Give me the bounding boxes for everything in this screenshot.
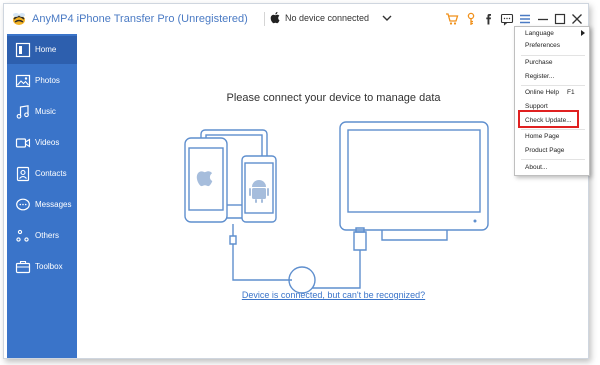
app-window: AnyMP4 iPhone Transfer Pro (Unregistered… (3, 3, 589, 359)
contacts-icon (16, 166, 30, 182)
facebook-icon[interactable] (482, 12, 496, 26)
menu-separator (521, 159, 585, 160)
minimize-icon[interactable] (536, 12, 550, 26)
menu-item-label: Home Page (525, 133, 560, 140)
device-selector[interactable]: No device connected (270, 10, 394, 28)
device-selector-label: No device connected (285, 13, 370, 23)
sidebar-item-label: Toolbox (35, 262, 63, 271)
sidebar-item-toolbox[interactable]: Toolbox (7, 253, 77, 281)
sidebar-item-contacts[interactable]: Contacts (7, 160, 77, 188)
sidebar-item-label: Home (35, 45, 57, 54)
menu-item-product-page[interactable]: Product Page (515, 144, 589, 158)
menu-item-purchase[interactable]: Purchase (515, 56, 589, 70)
main-menu-dropdown: Language Preferences Purchase Register..… (514, 26, 590, 176)
sidebar-item-label: Photos (35, 76, 60, 85)
menu-item-online-help[interactable]: Online Help F1 (515, 86, 589, 100)
close-icon[interactable] (570, 12, 584, 26)
cart-icon[interactable] (445, 12, 459, 26)
key-icon[interactable] (464, 12, 478, 26)
check-update-highlight (518, 110, 579, 128)
menu-item-shortcut: F1 (567, 89, 575, 96)
sidebar-item-label: Others (35, 231, 60, 240)
menu-item-label: Support (525, 103, 548, 110)
messages-icon (16, 198, 30, 211)
sidebar-item-label: Contacts (35, 169, 67, 178)
sidebar-item-music[interactable]: Music (7, 98, 77, 126)
connect-device-title: Please connect your device to manage dat… (226, 92, 441, 104)
menu-item-label: About... (525, 164, 548, 171)
menu-item-preferences[interactable]: Preferences (515, 39, 589, 53)
device-not-recognized-link[interactable]: Device is connected, but can't be recogn… (77, 290, 588, 300)
photo-icon (15, 74, 31, 88)
submenu-arrow-icon (581, 30, 585, 36)
menu-item-label: Purchase (525, 59, 553, 66)
music-icon (16, 105, 29, 119)
menu-item-label: Register... (525, 73, 555, 80)
app-logo-icon (13, 13, 25, 25)
menu-item-register[interactable]: Register... (515, 70, 589, 84)
title-separator (264, 12, 265, 26)
sidebar-item-label: Videos (35, 138, 60, 147)
app-title: AnyMP4 iPhone Transfer Pro (Unregistered… (32, 13, 248, 25)
chevron-down-icon (382, 15, 392, 21)
menu-item-label: Language (525, 30, 554, 37)
sidebar-item-videos[interactable]: Videos (7, 129, 77, 157)
title-bar: AnyMP4 iPhone Transfer Pro (Unregistered… (4, 4, 588, 34)
sidebar-item-photos[interactable]: Photos (7, 67, 77, 95)
menu-item-about[interactable]: About... (515, 161, 589, 175)
sidebar-item-label: Messages (35, 200, 72, 209)
main-panel: Please connect your device to manage dat… (77, 34, 588, 358)
menu-item-label: Online Help (525, 89, 559, 96)
toolbox-icon (15, 260, 31, 274)
sidebar: Home Photos Music Videos Contacts Messag… (7, 34, 77, 358)
sidebar-item-others[interactable]: Others (7, 222, 77, 250)
others-icon (16, 229, 29, 242)
menu-item-home-page[interactable]: Home Page (515, 130, 589, 144)
sidebar-item-label: Music (35, 107, 56, 116)
home-icon (15, 42, 31, 58)
sidebar-item-messages[interactable]: Messages (7, 191, 77, 219)
connect-device-illustration (184, 121, 489, 294)
maximize-icon[interactable] (553, 12, 567, 26)
feedback-icon[interactable] (500, 12, 514, 26)
apple-icon (270, 11, 280, 24)
menu-icon[interactable] (518, 12, 532, 26)
video-icon (15, 138, 31, 148)
menu-item-label: Preferences (525, 42, 561, 49)
menu-item-label: Product Page (525, 147, 565, 154)
sidebar-item-home[interactable]: Home (7, 36, 77, 64)
